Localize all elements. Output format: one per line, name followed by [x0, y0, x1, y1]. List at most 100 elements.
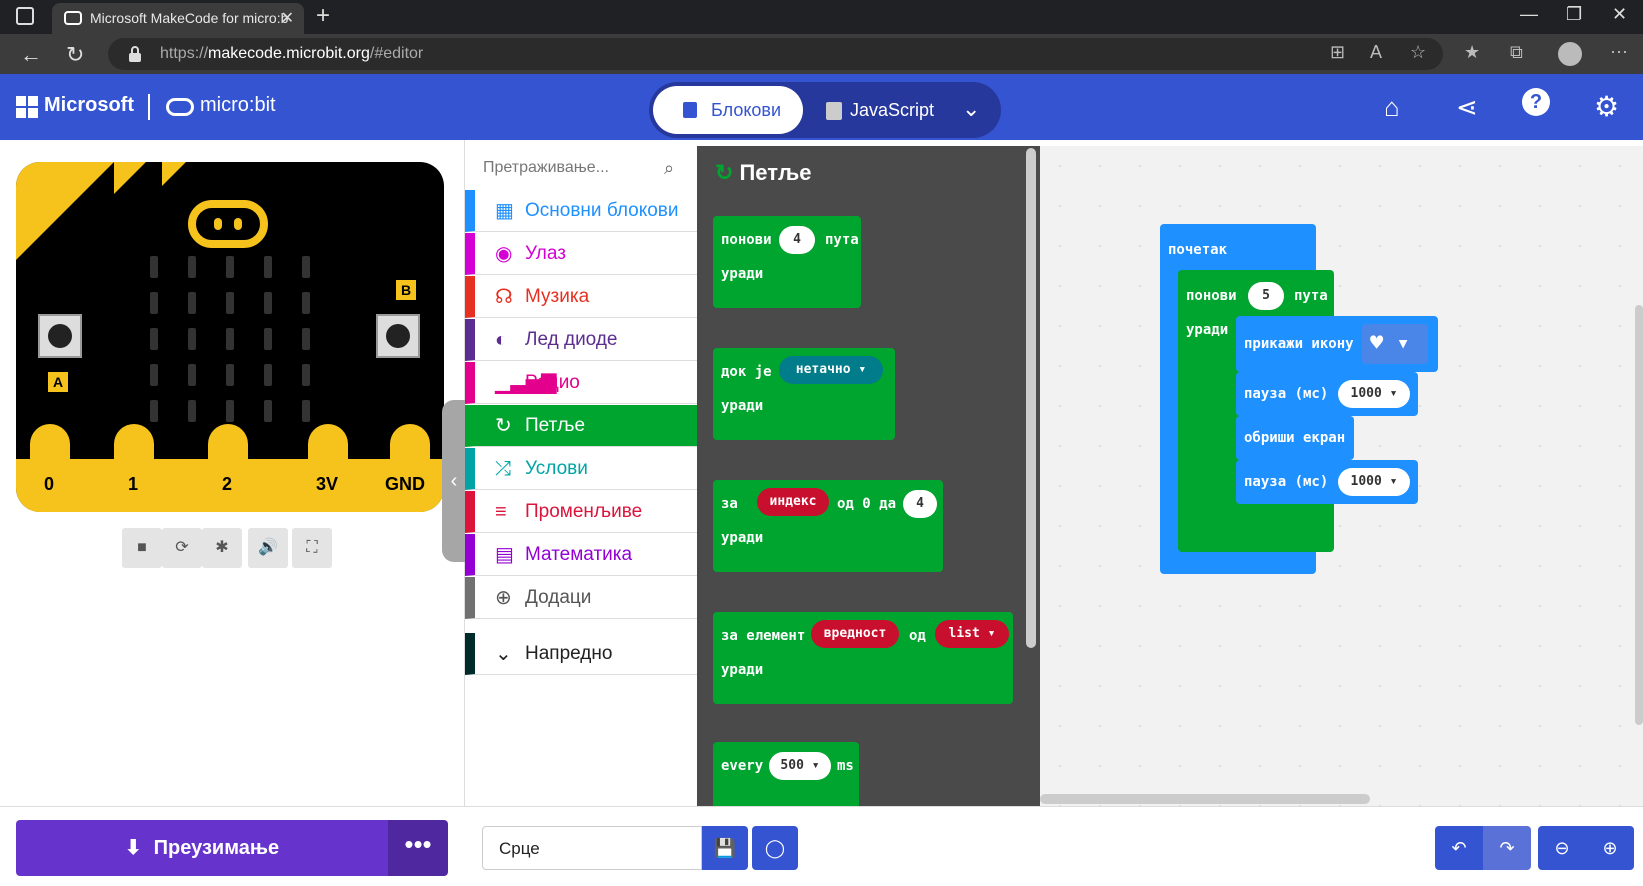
category-math[interactable]: ▤ Математика [465, 534, 697, 576]
while-block[interactable]: док је нетачно ▾ уради [713, 348, 895, 440]
toolbox-search-input[interactable]: Претраживање... [465, 148, 697, 188]
foreach-block[interactable]: за елемент вредност од list ▾ уради [713, 612, 1013, 704]
close-window-icon[interactable]: ✕ [1612, 4, 1627, 25]
tab-actions-icon[interactable] [16, 7, 34, 25]
collapse-simulator-chevron-icon[interactable]: ‹ [442, 400, 466, 562]
blocks-workspace[interactable]: почетак понови 5 пута уради прикажи икон… [1040, 146, 1643, 806]
heart-icon-dropdown[interactable]: ♥ ▾ [1362, 324, 1428, 364]
search-icon: ⌕ [664, 158, 675, 178]
github-icon[interactable]: ◯ [752, 826, 798, 870]
for-block[interactable]: за индекс од 0 да 4 уради [713, 480, 943, 572]
lock-icon [129, 46, 141, 62]
category-input[interactable]: ◉ Улаз [465, 233, 697, 275]
mode-dropdown-chevron-icon[interactable]: ⌄ [962, 96, 980, 122]
download-button[interactable]: ⬇ Преузимање [16, 820, 388, 876]
javascript-mode-button[interactable]: JavaScript [850, 86, 934, 134]
profile-avatar[interactable] [1558, 42, 1582, 66]
clear-screen-block[interactable]: обриши екран [1236, 416, 1354, 460]
button-a[interactable] [38, 314, 82, 358]
redo-icon[interactable]: ↷ [1483, 826, 1531, 870]
repeat-block[interactable]: понови 4 пута уради [713, 216, 861, 308]
workspace-horizontal-scrollbar[interactable] [1040, 794, 1370, 804]
tab-title: Microsoft MakeCode for micro:b [90, 10, 289, 26]
microbit-logo-icon [166, 98, 194, 116]
microsoft-brand[interactable]: Microsoft [44, 94, 134, 117]
category-extensions[interactable]: ⊕ Додаци [465, 577, 697, 619]
category-logic[interactable]: ⤮ Услови [465, 448, 697, 490]
blocks-mode-button[interactable]: Блокови [653, 86, 803, 134]
pause-duration-dropdown[interactable]: 1000 ▾ [1338, 380, 1410, 408]
minimize-icon[interactable]: — [1520, 4, 1538, 25]
for-to-input[interactable]: 4 [903, 490, 937, 518]
puzzle-icon [683, 102, 697, 118]
maximize-icon[interactable]: ❐ [1566, 4, 1582, 25]
category-advanced[interactable]: ⌄ Напредно [465, 633, 697, 675]
foreach-value-variable[interactable]: вредност [811, 620, 899, 648]
show-icon-block[interactable]: прикажи икону ♥ ▾ [1236, 316, 1438, 372]
for-index-variable[interactable]: индекс [757, 488, 829, 516]
button-b[interactable] [376, 314, 420, 358]
foreach-list-dropdown[interactable]: list ▾ [935, 620, 1009, 648]
download-more-button[interactable]: ••• [388, 820, 448, 876]
pin-1[interactable] [114, 424, 154, 512]
while-condition-dropdown[interactable]: нетачно ▾ [779, 356, 883, 384]
microbit-brand[interactable]: micro:bit [200, 94, 276, 117]
collections-icon[interactable]: ⧉ [1510, 42, 1523, 63]
add-favorite-icon[interactable]: ☆ [1410, 42, 1426, 63]
pause-duration-dropdown[interactable]: 1000 ▾ [1338, 468, 1410, 496]
zoom-in-icon[interactable]: ⊕ [1586, 826, 1634, 870]
category-label: Лед диоде [525, 329, 618, 350]
category-radio[interactable]: ▁▃▅▇ Радио [465, 362, 697, 404]
browser-tab[interactable]: Microsoft MakeCode for micro:b ✕ [52, 3, 304, 34]
category-led[interactable]: ◐ Лед диоде [465, 319, 697, 361]
category-variables[interactable]: ≡ Променљиве [465, 491, 697, 533]
pause-block[interactable]: пауза (мс) 1000 ▾ [1236, 372, 1418, 416]
address-bar[interactable]: https://makecode.microbit.org/#editor [108, 38, 1443, 70]
project-name-input[interactable]: Срце [482, 826, 702, 870]
pin-gnd[interactable] [390, 424, 430, 512]
button-a-label: A [48, 372, 69, 392]
restart-icon[interactable]: ⟳ [162, 528, 202, 568]
every-interval-dropdown[interactable]: 500 ▾ [769, 752, 831, 780]
pin-3v-label: 3V [315, 474, 339, 494]
close-tab-icon[interactable]: ✕ [281, 3, 294, 34]
more-menu-icon[interactable]: ⋯ [1610, 42, 1628, 63]
share-icon[interactable]: ⋖ [1456, 92, 1478, 123]
headphones-icon: ☊ [495, 286, 513, 308]
shuffle-icon: ⤮ [495, 458, 511, 480]
category-label: Петље [525, 415, 586, 436]
debug-bug-icon[interactable]: ✱ [202, 528, 242, 568]
favorites-icon[interactable]: ★ [1464, 42, 1480, 63]
zoom-out-icon[interactable]: ⊖ [1538, 826, 1586, 870]
category-music[interactable]: ☊ Музика [465, 276, 697, 318]
pin-3v[interactable] [308, 424, 348, 512]
help-icon[interactable]: ? [1522, 88, 1550, 116]
refresh-icon[interactable]: ↻ [66, 42, 84, 68]
workspace-vertical-scrollbar[interactable] [1635, 305, 1643, 725]
plus-circle-icon: ⊕ [495, 587, 512, 609]
app-available-icon[interactable]: ⊞ [1330, 42, 1345, 63]
settings-gear-icon[interactable]: ⚙ [1594, 90, 1619, 123]
flyout-scrollbar[interactable] [1026, 148, 1036, 648]
sound-icon[interactable]: 🔊 [248, 528, 288, 568]
every-block[interactable]: every 500 ▾ ms [713, 742, 859, 806]
stop-icon[interactable]: ■ [122, 528, 162, 568]
save-icon[interactable]: 💾 [702, 826, 748, 870]
fullscreen-icon[interactable]: ⛶ [292, 528, 332, 568]
back-icon[interactable]: ← [20, 42, 42, 68]
microbit-simulator-board[interactable]: A B 0 1 2 3V GND [16, 162, 444, 512]
pin-2[interactable] [208, 424, 248, 512]
url-host: makecode.microbit.org [208, 45, 370, 62]
home-icon[interactable]: ⌂ [1384, 92, 1400, 123]
category-basic[interactable]: ▦ Основни блокови [465, 190, 697, 232]
read-aloud-icon[interactable]: A [1370, 42, 1382, 63]
repeat-count-input[interactable]: 4 [779, 226, 815, 254]
download-icon: ⬇ [124, 837, 142, 859]
category-loops[interactable]: ↻ Петље [465, 405, 697, 447]
undo-icon[interactable]: ↶ [1435, 826, 1483, 870]
pin-0[interactable] [30, 424, 70, 512]
pause-block[interactable]: пауза (мс) 1000 ▾ [1236, 460, 1418, 504]
loops-flyout: ↻ Петље понови 4 пута уради док је нетачн… [697, 146, 1040, 806]
repeat-count-input[interactable]: 5 [1248, 282, 1284, 310]
new-tab-icon[interactable]: + [316, 2, 330, 30]
